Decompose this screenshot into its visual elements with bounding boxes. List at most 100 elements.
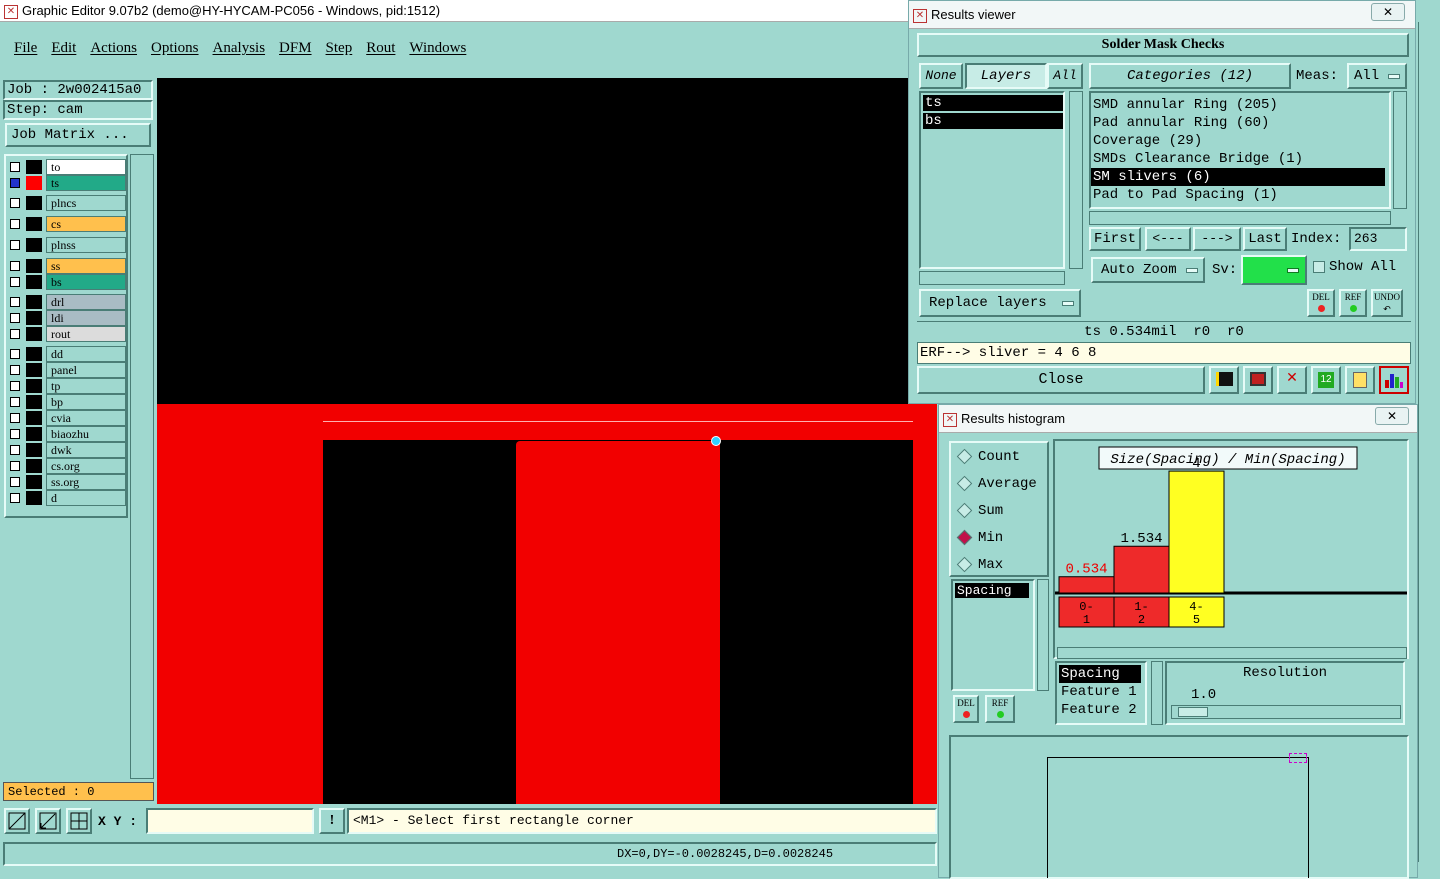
right-edge-scrollbar[interactable] (1418, 22, 1432, 862)
radio-max[interactable]: Max (951, 551, 1047, 578)
snap-tool[interactable] (66, 808, 92, 834)
menu-rout[interactable]: Rout (366, 40, 395, 56)
next-button[interactable]: ---> (1193, 227, 1241, 251)
category-item[interactable]: SMDs Clearance Bridge (1) (1091, 150, 1385, 168)
histogram-hscroll[interactable] (1057, 647, 1407, 659)
layer-row-d[interactable]: d (6, 490, 126, 506)
layer-name[interactable]: rout (46, 326, 126, 342)
layer-row-to[interactable]: to (6, 159, 126, 175)
histogram-bar-0[interactable] (1058, 576, 1115, 594)
field-item[interactable]: Feature 2 (1059, 701, 1141, 719)
layer-name[interactable]: biaozhu (46, 426, 126, 442)
toolbar-step-button[interactable]: 12 (1311, 366, 1341, 394)
layer-checkbox[interactable] (10, 381, 20, 391)
layer-name[interactable]: bp (46, 394, 126, 410)
layer-row-panel[interactable]: panel (6, 362, 126, 378)
layer-row-tp[interactable]: tp (6, 378, 126, 394)
delete-result-button[interactable]: DEL (1307, 289, 1335, 317)
radio-average[interactable]: Average (951, 470, 1047, 497)
histogram-close-icon[interactable]: ✕ (1375, 407, 1409, 425)
close-results-button[interactable]: Close (917, 366, 1205, 394)
layer-row-cs.org[interactable]: cs.org (6, 458, 126, 474)
field-list-vscroll[interactable] (1151, 661, 1163, 725)
layer-checkbox[interactable] (10, 477, 20, 487)
category-list-vscroll[interactable] (1393, 91, 1407, 209)
toolbar-histogram-button[interactable] (1379, 366, 1409, 394)
measure-list[interactable]: Spacing (951, 579, 1035, 691)
results-viewer-close-icon[interactable]: ✕ (1371, 3, 1405, 21)
histogram-refresh-button[interactable]: REF (985, 695, 1015, 723)
layer-name[interactable]: ss (46, 258, 126, 274)
toolbar-image-button[interactable] (1243, 366, 1273, 394)
layer-name[interactable]: to (46, 159, 126, 175)
radio-indicator-icon[interactable] (956, 475, 973, 492)
layer-row-dd[interactable]: dd (6, 346, 126, 362)
layer-name[interactable]: cvia (46, 410, 126, 426)
layer-checkbox[interactable] (10, 178, 20, 188)
result-layer-item[interactable]: ts (923, 95, 1063, 111)
field-item[interactable]: Spacing (1059, 665, 1141, 683)
last-button[interactable]: Last (1243, 227, 1287, 251)
layer-row-bp[interactable]: bp (6, 394, 126, 410)
layer-name[interactable]: ldi (46, 310, 126, 326)
menu-file[interactable]: File (14, 40, 37, 56)
menu-step[interactable]: Step (326, 40, 353, 56)
layer-row-ss[interactable]: ss (6, 258, 126, 274)
layer-name[interactable]: d (46, 490, 126, 506)
resolution-slider-thumb[interactable] (1178, 707, 1208, 717)
undo-result-button[interactable]: UNDO ↶ (1371, 289, 1403, 317)
layer-row-cvia[interactable]: cvia (6, 410, 126, 426)
menu-dfm[interactable]: DFM (279, 40, 312, 56)
xy-input[interactable] (146, 808, 314, 834)
layer-checkbox[interactable] (10, 429, 20, 439)
measure-tool[interactable] (35, 808, 61, 834)
layer-checkbox[interactable] (10, 365, 20, 375)
layer-checkbox[interactable] (10, 162, 20, 172)
layer-checkbox[interactable] (10, 219, 20, 229)
result-layer-list-hscroll[interactable] (919, 271, 1065, 285)
result-layer-item[interactable]: bs (923, 113, 1063, 129)
layer-name[interactable]: bs (46, 274, 126, 290)
layer-row-drl[interactable]: drl (6, 294, 126, 310)
measure-item[interactable]: Spacing (955, 583, 1029, 598)
layer-row-ldi[interactable]: ldi (6, 310, 126, 326)
menu-actions[interactable]: Actions (90, 40, 137, 56)
histogram-bar-1[interactable] (1113, 545, 1170, 594)
menu-analysis[interactable]: Analysis (213, 40, 266, 56)
result-layer-list-vscroll[interactable] (1069, 91, 1083, 269)
categories-button[interactable]: Categories (12) (1089, 63, 1291, 89)
layers-button[interactable]: Layers (965, 63, 1047, 89)
radio-min[interactable]: Min (951, 524, 1047, 551)
layer-name[interactable]: drl (46, 294, 126, 310)
histogram-delete-button[interactable]: DEL (953, 695, 979, 723)
toolbar-erf-button[interactable]: ✕ (1277, 366, 1307, 394)
category-item[interactable]: SMD annular Ring (205) (1091, 96, 1385, 114)
measure-list-vscroll[interactable] (1037, 579, 1049, 691)
layer-checkbox[interactable] (10, 329, 20, 339)
layer-row-cs[interactable]: cs (6, 216, 126, 232)
layer-checkbox[interactable] (10, 240, 20, 250)
graphic-canvas[interactable] (157, 78, 937, 804)
resolution-slider[interactable] (1171, 705, 1401, 719)
layer-checkbox[interactable] (10, 445, 20, 455)
radio-indicator-icon[interactable] (956, 448, 973, 465)
layer-checkbox[interactable] (10, 261, 20, 271)
alert-button[interactable]: ! (319, 808, 345, 834)
refresh-result-button[interactable]: REF (1339, 289, 1367, 317)
layer-checkbox[interactable] (10, 397, 20, 407)
layer-name[interactable]: dwk (46, 442, 126, 458)
histogram-bar-2[interactable] (1168, 470, 1225, 594)
category-item[interactable]: Pad to Pad Spacing (1) (1091, 186, 1385, 204)
rectangle-zoom-tool[interactable] (4, 808, 30, 834)
radio-count[interactable]: Count (951, 443, 1047, 470)
layer-name[interactable]: ss.org (46, 474, 126, 490)
menu-edit[interactable]: Edit (51, 40, 76, 56)
prev-button[interactable]: <--- (1145, 227, 1191, 251)
field-item[interactable]: Feature 1 (1059, 683, 1141, 701)
category-item[interactable]: Pad annular Ring (60) (1091, 114, 1385, 132)
category-item[interactable]: SM slivers (6) (1091, 168, 1385, 186)
radio-indicator-icon[interactable] (956, 502, 973, 519)
radio-indicator-icon[interactable] (956, 529, 973, 546)
auto-zoom-select[interactable]: Auto Zoom (1091, 257, 1205, 283)
sv-color-select[interactable] (1241, 255, 1307, 285)
